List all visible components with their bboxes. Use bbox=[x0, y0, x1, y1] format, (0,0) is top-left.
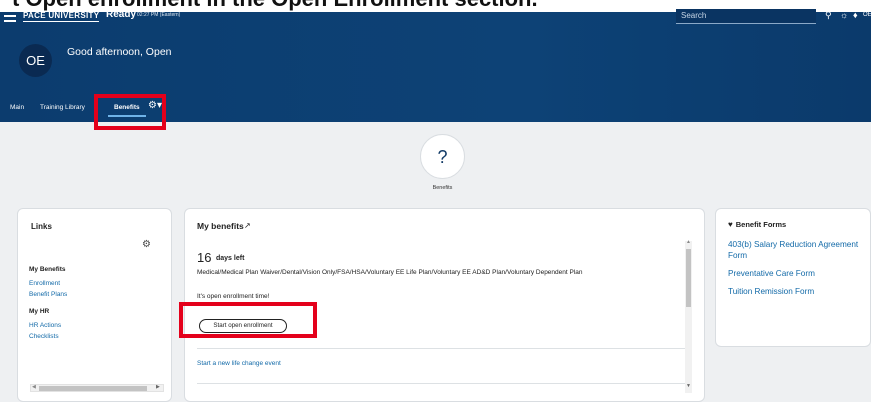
my-benefits-title[interactable]: My benefits bbox=[197, 221, 244, 231]
tab-main[interactable]: Main bbox=[10, 103, 24, 113]
greeting-text: Good afternoon, Open bbox=[67, 46, 172, 58]
help-icon[interactable]: ☼ bbox=[840, 10, 848, 20]
heart-icon: ♥ bbox=[728, 220, 733, 229]
vertical-scrollbar[interactable]: ▲ ▼ bbox=[685, 239, 692, 393]
app-name: Ready bbox=[106, 9, 137, 20]
benefits-apple-icon[interactable]: ? bbox=[420, 134, 465, 179]
university-logo[interactable]: PACE UNIVERSITY bbox=[23, 11, 100, 22]
top-bar: PACE UNIVERSITY Ready 02:27 PM (Eastern)… bbox=[0, 9, 871, 26]
scroll-right-icon[interactable]: ▶ bbox=[156, 384, 160, 390]
form-link-preventative-care[interactable]: Preventative Care Form bbox=[728, 268, 868, 279]
highlight-box-benefits-tab bbox=[94, 94, 166, 130]
form-link-403b[interactable]: 403(b) Salary Reduction Agreement Form bbox=[728, 239, 868, 261]
scrollbar-thumb[interactable] bbox=[39, 386, 147, 391]
links-card: Links ⚙ My Benefits Enrollment Benefit P… bbox=[17, 208, 172, 402]
scroll-up-icon[interactable]: ▲ bbox=[686, 239, 691, 245]
links-settings-gear-icon[interactable]: ⚙ bbox=[142, 239, 151, 250]
external-link-icon[interactable]: ↗ bbox=[244, 221, 251, 230]
benefit-forms-card: ♥ Benefit Forms 403(b) Salary Reduction A… bbox=[715, 208, 871, 347]
current-time: 02:27 PM (Eastern) bbox=[137, 12, 181, 18]
user-menu-initials[interactable]: OE bbox=[863, 12, 871, 18]
link-checklists[interactable]: Checklists bbox=[29, 333, 59, 340]
scroll-down-icon[interactable]: ▼ bbox=[686, 383, 691, 389]
link-benefit-plans[interactable]: Benefit Plans bbox=[29, 291, 67, 298]
highlight-box-start-button bbox=[179, 302, 317, 338]
plan-list: Medical/Medical Plan Waiver/Dental/Visio… bbox=[197, 269, 583, 276]
notifications-icon[interactable]: ♦ bbox=[853, 10, 858, 20]
scrollbar-thumb[interactable] bbox=[686, 249, 691, 307]
open-enrollment-message: It's open enrollment time! bbox=[197, 293, 270, 300]
divider bbox=[197, 348, 690, 349]
link-enrollment[interactable]: Enrollment bbox=[29, 280, 60, 287]
menu-icon[interactable] bbox=[4, 10, 16, 22]
avatar: OE bbox=[19, 44, 52, 77]
days-left-count: 16 bbox=[197, 250, 212, 265]
form-link-tuition-remission[interactable]: Tuition Remission Form bbox=[728, 286, 868, 297]
section-heading-my-benefits: My Benefits bbox=[29, 266, 66, 273]
days-left-label: days left bbox=[216, 255, 245, 262]
tab-training-library[interactable]: Training Library bbox=[40, 103, 94, 113]
section-heading-my-hr: My HR bbox=[29, 308, 50, 315]
horizontal-scrollbar[interactable]: ◀ ▶ bbox=[30, 384, 164, 392]
divider bbox=[197, 383, 690, 384]
benefit-forms-title-text: Benefit Forms bbox=[735, 220, 787, 229]
link-hr-actions[interactable]: HR Actions bbox=[29, 322, 61, 329]
benefits-icon-label: Benefits bbox=[432, 185, 453, 191]
life-change-event-link[interactable]: Start a new life change event bbox=[197, 360, 281, 367]
search-input[interactable]: Search bbox=[676, 9, 816, 24]
search-icon[interactable]: ⚲ bbox=[825, 10, 832, 21]
links-title: Links bbox=[31, 222, 52, 231]
scroll-left-icon[interactable]: ◀ bbox=[32, 384, 36, 390]
benefit-forms-title: ♥ Benefit Forms bbox=[728, 220, 786, 229]
